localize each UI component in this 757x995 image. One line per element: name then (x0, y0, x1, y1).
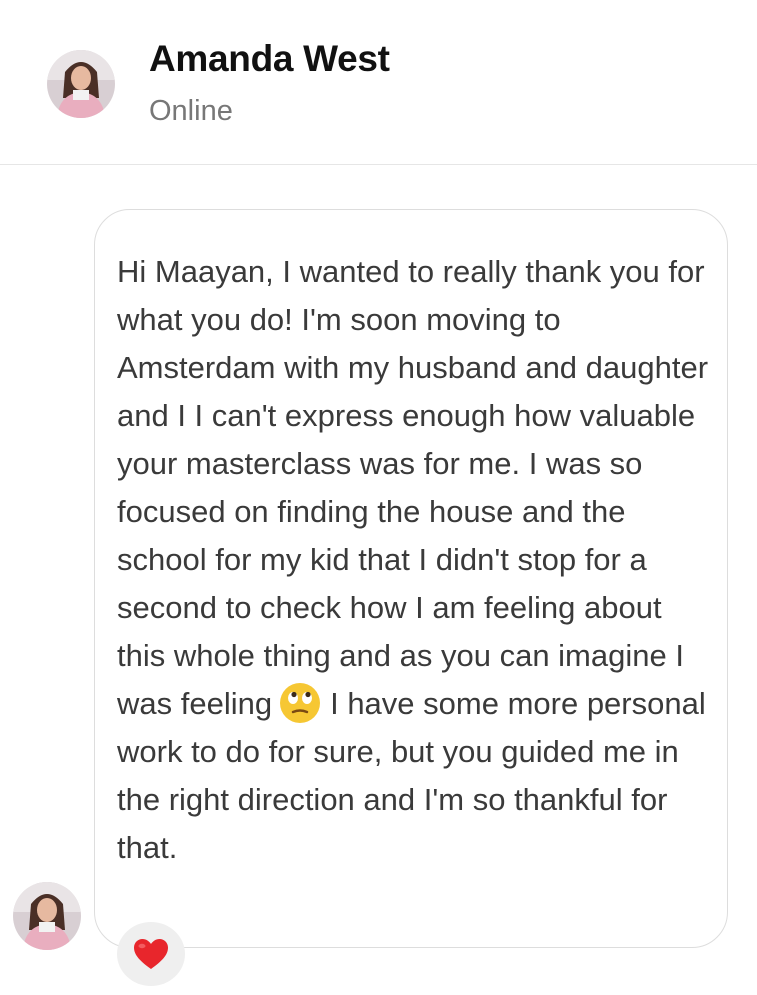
message-bubble[interactable]: Hi Maayan, I wanted to really thank you … (94, 209, 728, 948)
heart-reaction[interactable] (117, 922, 185, 986)
chat-header: Amanda West Online (0, 0, 757, 165)
face-with-rolling-eyes-emoji-icon (278, 681, 322, 725)
online-status: Online (149, 95, 233, 127)
contact-name: Amanda West (149, 38, 390, 79)
contact-avatar[interactable] (47, 50, 115, 118)
message-text: Hi Maayan, I wanted to really thank you … (117, 248, 715, 872)
sender-avatar[interactable] (13, 882, 81, 950)
red-heart-icon (134, 939, 168, 969)
message-text-part1: Hi Maayan, I wanted to really thank you … (117, 254, 709, 721)
